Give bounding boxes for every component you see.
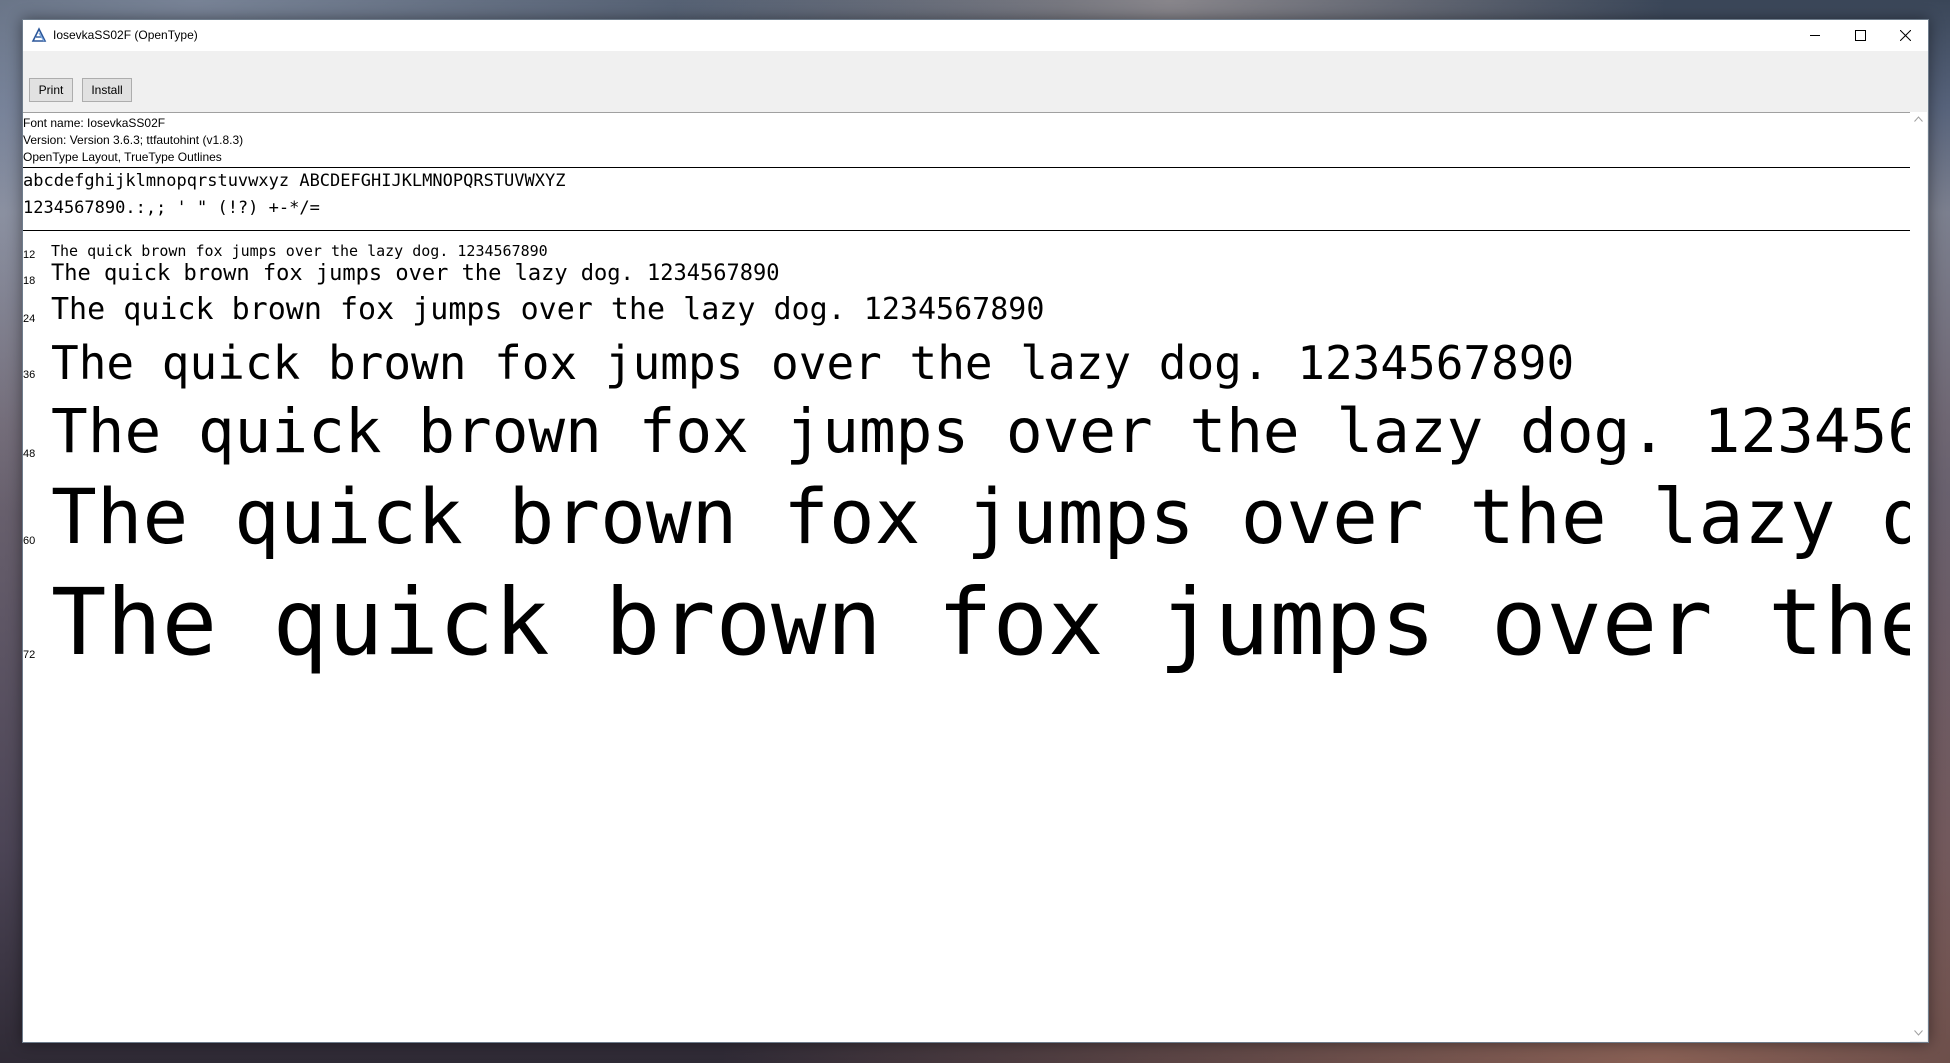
install-button[interactable]: Install — [82, 78, 132, 102]
sample-text: The quick brown fox jumps over the lazy … — [51, 472, 1910, 561]
divider — [23, 230, 1910, 231]
sample-size-label: 36 — [23, 369, 36, 381]
sample-size-label: 60 — [23, 535, 36, 547]
font-info: Font name: IosevkaSS02F Version: Version… — [23, 115, 243, 166]
window-title: IosevkaSS02F (OpenType) — [53, 28, 198, 42]
font-version-line: Version: Version 3.6.3; ttfautohint (v1.… — [23, 133, 244, 147]
font-type-line: OpenType Layout, TrueType Outlines — [23, 150, 222, 164]
maximize-button[interactable] — [1838, 20, 1883, 51]
close-button[interactable] — [1883, 20, 1928, 51]
sample-text: The quick brown fox jumps over the lazy … — [51, 292, 1045, 327]
close-icon — [1900, 30, 1911, 41]
sample-text: The quick brown fox jumps over the lazy … — [51, 336, 1575, 390]
sample-text: The quick brown fox jumps over the lazy … — [51, 261, 780, 286]
sample-size-label: 12 — [23, 249, 36, 261]
sample-row-36: 36 The quick brown fox jumps over the la… — [23, 333, 1910, 393]
sample-row-48: 48 The quick brown fox jumps over the la… — [23, 393, 1910, 473]
print-button[interactable]: Print — [29, 78, 73, 102]
sample-row-12: 12 The quick brown fox jumps over the la… — [23, 241, 1910, 263]
maximize-icon — [1855, 30, 1866, 41]
charset-digits-symbols: 1234567890.:,; ' " (!?) +-*/= — [23, 198, 320, 218]
title-bar[interactable]: IosevkaSS02F (OpenType) — [23, 20, 1928, 51]
sample-text: The quick brown fox jumps over the lazy … — [51, 396, 1910, 467]
sample-row-72: 72 The quick brown fox jumps over the la… — [23, 567, 1910, 683]
font-name-line: Font name: IosevkaSS02F — [23, 116, 166, 130]
divider — [23, 167, 1910, 168]
scroll-up-icon[interactable] — [1914, 116, 1923, 122]
minimize-button[interactable] — [1793, 20, 1838, 51]
sample-row-18: 18 The quick brown fox jumps over the la… — [23, 261, 1910, 291]
sample-size-label: 18 — [23, 275, 36, 287]
sample-size-label: 24 — [23, 313, 36, 325]
scroll-down-icon[interactable] — [1914, 1030, 1923, 1036]
vertical-scrollbar[interactable] — [1910, 112, 1927, 1041]
font-preview-area[interactable]: Font name: IosevkaSS02F Version: Version… — [23, 112, 1910, 1042]
sample-text: The quick brown fox jumps over the lazy … — [51, 242, 548, 260]
sample-size-label: 48 — [23, 448, 36, 460]
font-viewer-window: IosevkaSS02F (OpenType) Print Install Fo… — [22, 19, 1929, 1043]
sample-text: The quick brown fox jumps over the lazy — [51, 569, 1910, 676]
sample-row-60: 60 The quick brown fox jumps over the la… — [23, 469, 1910, 567]
minimize-icon — [1810, 35, 1820, 36]
charset-letters: abcdefghijklmnopqrstuvwxyz ABCDEFGHIJKLM… — [23, 171, 566, 191]
toolbar: Print Install — [23, 51, 1928, 112]
sample-row-24: 24 The quick brown fox jumps over the la… — [23, 291, 1910, 333]
font-viewer-icon — [31, 27, 47, 43]
sample-size-label: 72 — [23, 649, 36, 661]
